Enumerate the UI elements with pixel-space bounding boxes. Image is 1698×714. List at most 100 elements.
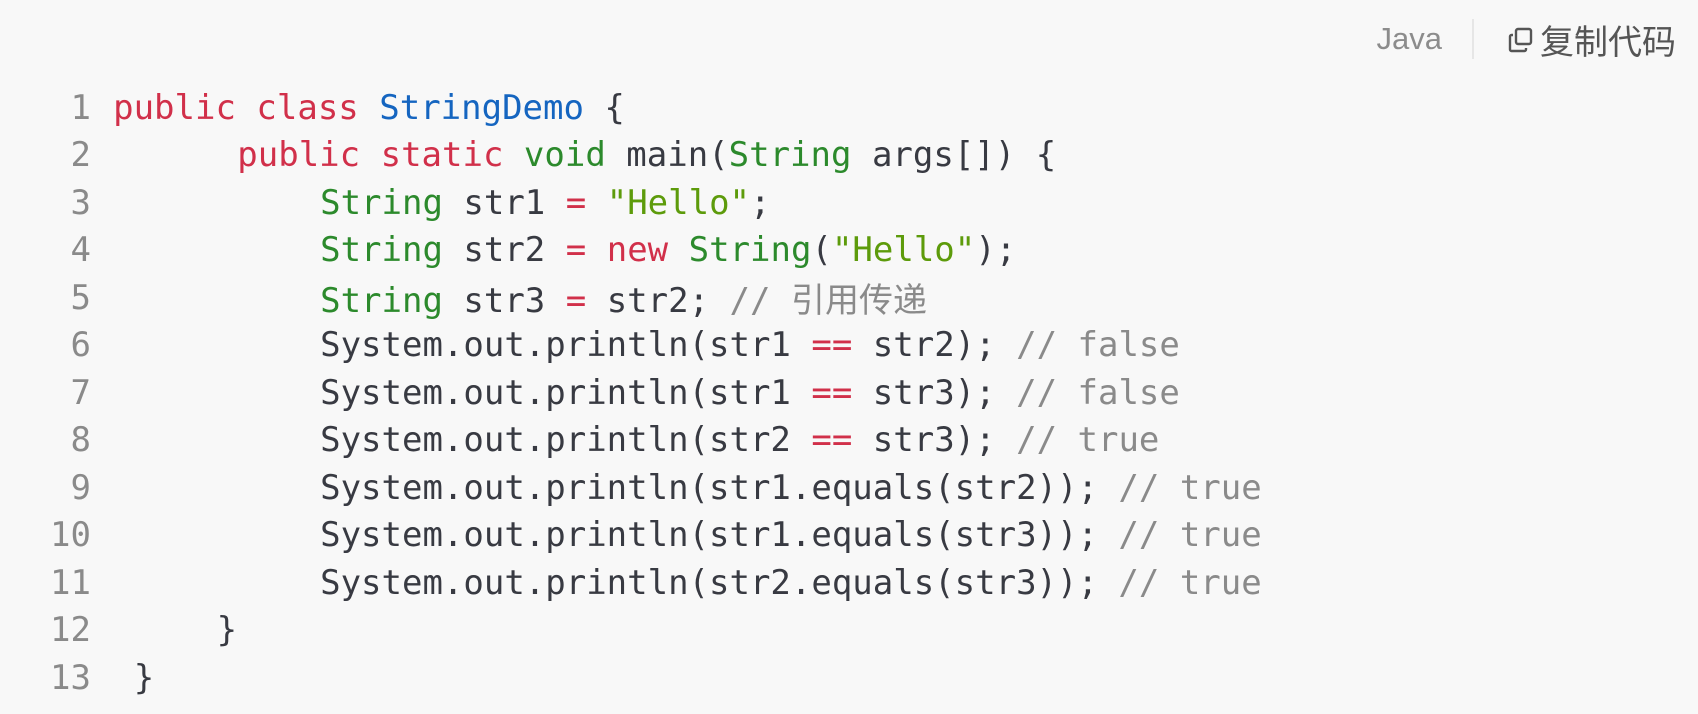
code-token: str3);: [852, 372, 1017, 413]
code-text: System.out.println(str1.equals(str3)); /…: [91, 515, 1262, 555]
code-token: public: [237, 135, 361, 176]
code-text: String str3 = str2; // 引用传递: [91, 273, 927, 322]
copy-icon: [1506, 24, 1536, 54]
code-line: 12}: [0, 607, 1262, 655]
code-token: }: [133, 657, 155, 698]
line-number: 3: [70, 182, 91, 223]
code-line: 1 public class StringDemo {: [0, 84, 1262, 132]
code-text: System.out.println(str2.equals(str3)); /…: [91, 563, 1262, 603]
code-text: System.out.println(str1.equals(str2)); /…: [91, 468, 1262, 508]
code-text: System.out.println(str1 == str3); // fal…: [91, 373, 1180, 413]
copy-code-button[interactable]: 复制代码: [1474, 15, 1676, 64]
code-text: }: [91, 610, 237, 650]
code-token: =: [565, 230, 587, 271]
line-number: 10: [50, 515, 91, 556]
line-number: 13: [50, 657, 91, 698]
line-number: 7: [70, 372, 91, 413]
code-line: 13}: [0, 654, 1262, 702]
line-number: 8: [70, 420, 91, 461]
line-number: 9: [70, 467, 91, 508]
code-line: 11 System.out.println(str2.equals(str3));…: [0, 559, 1262, 607]
code-token: "Hello": [831, 230, 976, 271]
code-token: );: [975, 230, 1017, 271]
code-token: System.out.println(str1.equals(str2));: [320, 467, 1119, 508]
code-token: String: [320, 281, 443, 322]
code-token: =: [565, 281, 587, 322]
line-number: 12: [50, 610, 91, 651]
code-token: // false: [1016, 325, 1180, 366]
code-token: String: [320, 230, 443, 271]
code-token: =: [565, 182, 587, 223]
code-token: main(: [605, 135, 729, 176]
code-token: str2);: [852, 325, 1017, 366]
code-line: 10 System.out.println(str1.equals(str3));…: [0, 512, 1262, 560]
code-token: "Hello": [606, 182, 751, 223]
code-line: 4 String str2 = new String("Hello");: [0, 227, 1262, 275]
code-token: new: [606, 230, 669, 271]
code-token: // false: [1016, 372, 1180, 413]
code-token: static: [380, 135, 504, 176]
code-line: 9 System.out.println(str1.equals(str2)); …: [0, 464, 1262, 512]
code-toolbar: Java 复制代码: [1377, 14, 1676, 64]
line-number: 11: [50, 562, 91, 603]
code-token: {: [583, 87, 625, 128]
line-number: 5: [70, 277, 91, 318]
code-token: ==: [811, 372, 853, 413]
code-token: args[]) {: [851, 135, 1057, 176]
code-line: 3 String str1 = "Hello";: [0, 179, 1262, 227]
code-text: public class StringDemo {: [91, 88, 625, 128]
copy-code-label: 复制代码: [1540, 22, 1676, 63]
language-label: Java: [1376, 21, 1442, 56]
code-text: public static void main(String args[]) {: [91, 135, 1056, 175]
code-token: ;: [750, 182, 771, 223]
code-token: // true: [1016, 420, 1160, 461]
code-token: str1: [442, 182, 566, 223]
line-number: 6: [70, 325, 91, 366]
code-line: 5 String str3 = str2; // 引用传递: [0, 274, 1262, 322]
code-line: 7 System.out.println(str1 == str3); // fa…: [0, 369, 1262, 417]
code-token: ==: [811, 325, 853, 366]
code-token: String: [728, 135, 852, 176]
code-token: System.out.println(str1: [320, 372, 812, 413]
code-token: class: [256, 87, 359, 128]
code-token: str3);: [852, 420, 1017, 461]
code-line: 6 System.out.println(str1 == str2); // fa…: [0, 322, 1262, 370]
code-token: // 引用传递: [729, 281, 927, 322]
code-token: System.out.println(str2: [320, 420, 812, 461]
code-token: str2;: [586, 281, 730, 322]
code-token: str2: [442, 230, 566, 271]
code-token: public: [113, 87, 236, 128]
code-token: System.out.println(str1.equals(str3));: [320, 515, 1119, 556]
code-text: }: [91, 658, 154, 698]
code-token: System.out.println(str1: [320, 325, 812, 366]
code-token: // true: [1118, 562, 1262, 603]
line-number: 1: [70, 87, 91, 128]
line-number: 4: [70, 230, 91, 271]
code-line: 8 System.out.println(str2 == str3); // tr…: [0, 417, 1262, 465]
line-number: 2: [70, 135, 91, 176]
code-block: Java 复制代码 1 public class StringDemo {2 pub…: [0, 0, 1698, 714]
code-token: System.out.println(str2.equals(str3));: [320, 562, 1119, 603]
code-token: // true: [1118, 515, 1262, 556]
code-token: }: [216, 610, 238, 651]
code-token: (: [811, 230, 832, 271]
code-token: ==: [811, 420, 853, 461]
code-token: String: [320, 182, 443, 223]
code-text: System.out.println(str2 == str3); // tru…: [91, 420, 1159, 460]
code-text: String str1 = "Hello";: [91, 182, 771, 223]
code-token: void: [523, 135, 606, 176]
code-line: 2 public static void main(String args[]) …: [0, 132, 1262, 180]
code-token: StringDemo: [379, 87, 584, 128]
code-token: // true: [1118, 467, 1262, 508]
code-text: String str2 = new String("Hello");: [91, 230, 1016, 270]
code-token: str3: [442, 281, 566, 322]
code-lines: 1 public class StringDemo {2 public static…: [0, 84, 1262, 702]
code-token: String: [688, 230, 812, 271]
